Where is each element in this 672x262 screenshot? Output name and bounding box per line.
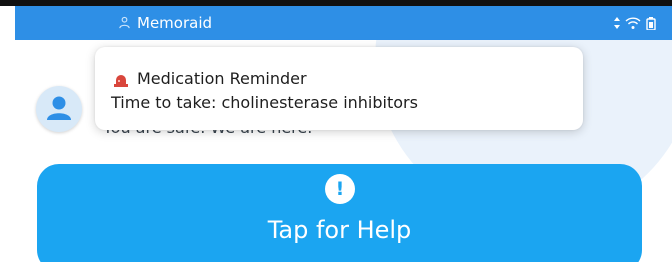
- notification-card[interactable]: Medication Reminder Time to take: cholin…: [95, 47, 583, 130]
- user-icon: [47, 96, 71, 120]
- person-outline-icon: [119, 16, 130, 29]
- app-bar: Memoraid: [15, 6, 672, 40]
- avatar[interactable]: [36, 86, 82, 132]
- exclamation-icon: !: [325, 174, 355, 204]
- help-button-label: Tap for Help: [267, 216, 412, 244]
- status-bar: [613, 16, 657, 30]
- notification-title: Medication Reminder: [137, 69, 307, 88]
- app-title: Memoraid: [137, 14, 213, 32]
- notification-body: Time to take: cholinesterase inhibitors: [111, 93, 418, 112]
- signal-icon: [614, 17, 620, 29]
- tap-for-help-button[interactable]: ! Tap for Help: [37, 164, 642, 262]
- alarm-light-icon: [114, 75, 128, 87]
- battery-icon: [646, 16, 656, 30]
- wifi-icon: [625, 16, 641, 29]
